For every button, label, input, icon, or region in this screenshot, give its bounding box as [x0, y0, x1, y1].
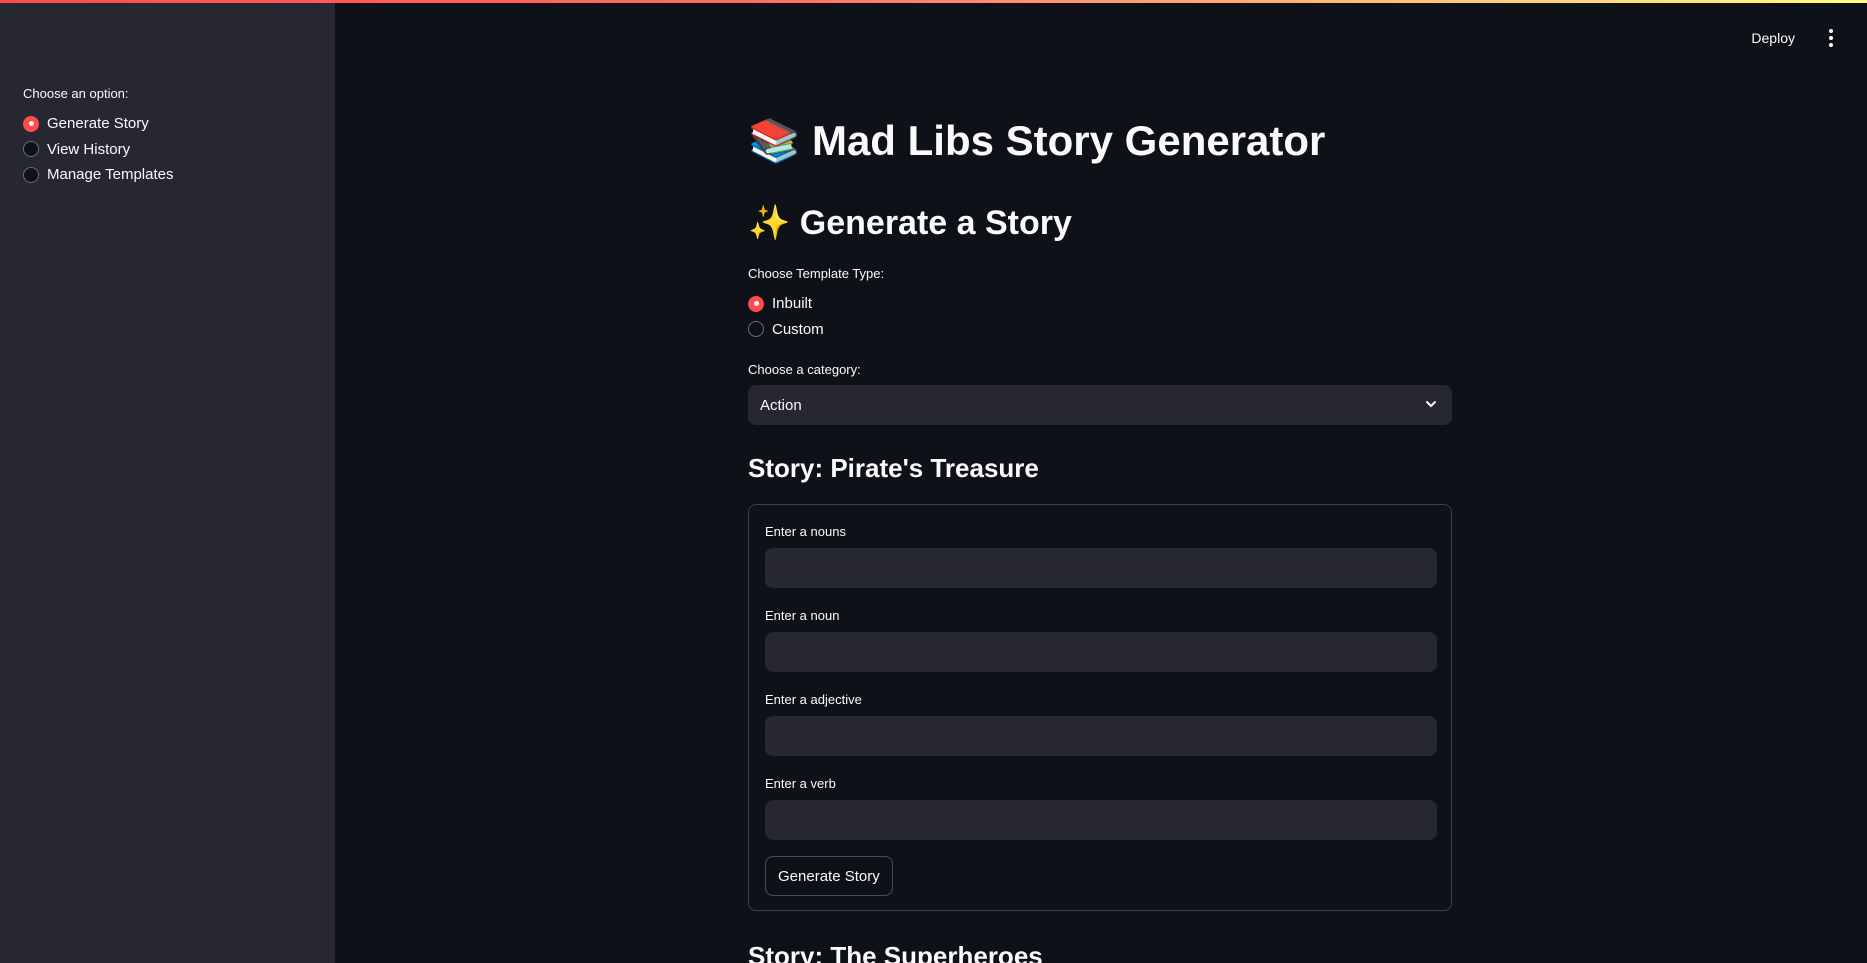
- sidebar-option-label: Manage Templates: [47, 166, 174, 184]
- adjective-input[interactable]: [765, 716, 1437, 756]
- noun-input[interactable]: [765, 632, 1437, 672]
- sidebar-option-label: View History: [47, 140, 131, 158]
- template-type-option-custom[interactable]: Custom: [748, 317, 824, 343]
- nouns-input[interactable]: [765, 548, 1437, 588]
- field-label: Enter a nouns: [765, 524, 846, 539]
- deploy-button[interactable]: Deploy: [1751, 30, 1795, 46]
- field-label: Enter a verb: [765, 776, 836, 791]
- sidebar-option-generate-story[interactable]: Generate Story: [23, 111, 173, 137]
- radio-unchecked-icon[interactable]: [23, 141, 39, 158]
- top-decoration-stripe: [0, 0, 1867, 3]
- template-type-option-label: Custom: [772, 320, 824, 338]
- sidebar-radio-group: Generate Story View History Manage Templ…: [23, 111, 173, 188]
- radio-unchecked-icon[interactable]: [23, 166, 39, 183]
- category-label: Choose a category:: [748, 362, 861, 377]
- sidebar-radio-label: Choose an option:: [23, 86, 129, 101]
- page-title: 📚 Mad Libs Story Generator: [748, 117, 1326, 164]
- template-type-label: Choose Template Type:: [748, 266, 885, 281]
- category-select-value: Action: [760, 396, 802, 414]
- radio-unchecked-icon[interactable]: [748, 321, 764, 338]
- field-label: Enter a adjective: [765, 692, 862, 707]
- sidebar-option-manage-templates[interactable]: Manage Templates: [23, 162, 173, 188]
- field-label: Enter a noun: [765, 608, 840, 623]
- generate-story-button[interactable]: Generate Story: [765, 856, 893, 896]
- sidebar: Choose an option: Generate Story View Hi…: [0, 0, 335, 963]
- radio-checked-icon[interactable]: [748, 295, 764, 312]
- sidebar-option-label: Generate Story: [47, 115, 149, 133]
- chevron-down-icon: [1426, 401, 1436, 407]
- story-form: Enter a nouns Enter a noun Enter a adjec…: [748, 504, 1452, 911]
- section-title: ✨ Generate a Story: [748, 204, 1072, 242]
- radio-checked-icon[interactable]: [23, 115, 39, 132]
- sidebar-option-view-history[interactable]: View History: [23, 137, 173, 163]
- verb-input[interactable]: [765, 800, 1437, 840]
- template-type-option-label: Inbuilt: [772, 295, 813, 313]
- story-title: Story: The Superheroes: [748, 941, 1043, 963]
- vertical-ellipsis-icon[interactable]: [1825, 28, 1837, 48]
- template-type-option-inbuilt[interactable]: Inbuilt: [748, 291, 824, 317]
- category-select[interactable]: Action: [748, 385, 1452, 425]
- story-title: Story: Pirate's Treasure: [748, 453, 1039, 483]
- template-type-radio-group: Inbuilt Custom: [748, 291, 824, 342]
